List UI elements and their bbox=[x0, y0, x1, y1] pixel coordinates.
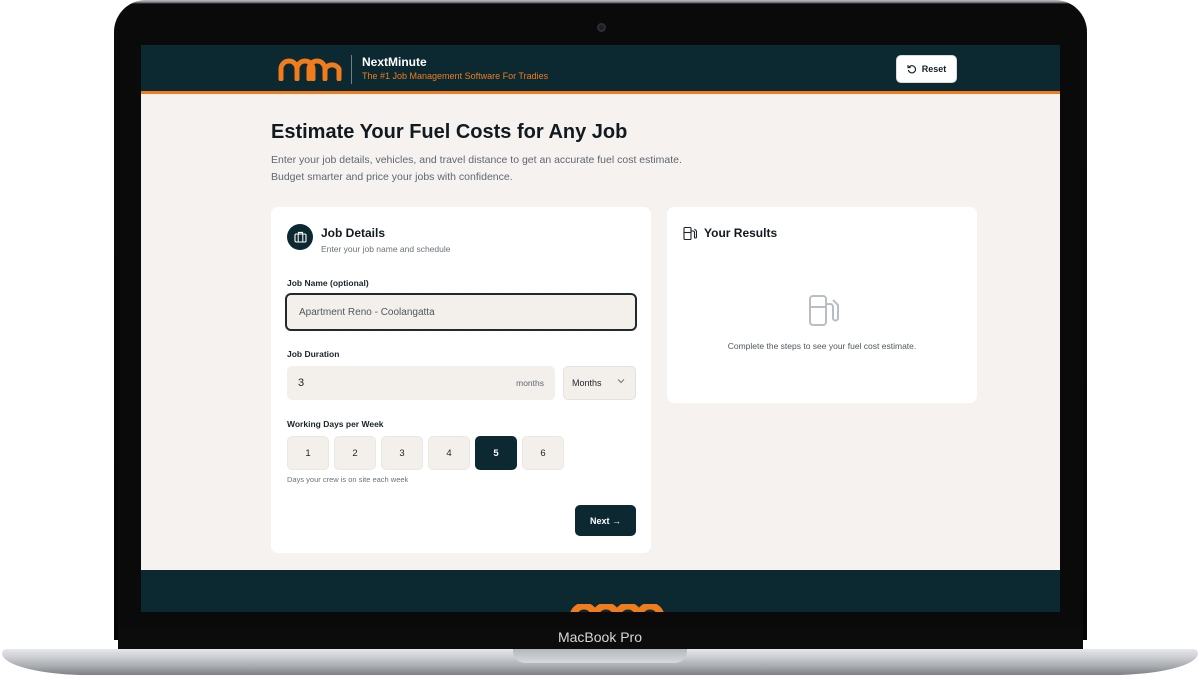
job-name-input[interactable]: Apartment Reno - Coolangatta bbox=[285, 293, 637, 331]
job-name-label: Job Name (optional) bbox=[287, 278, 369, 288]
laptop-notch bbox=[513, 649, 687, 663]
header-divider bbox=[351, 55, 352, 84]
day-option-6[interactable]: 6 bbox=[522, 436, 564, 470]
results-title: Your Results bbox=[704, 226, 778, 240]
day-option-5-selected[interactable]: 5 bbox=[475, 436, 517, 470]
duration-unit-select[interactable]: Months bbox=[563, 366, 636, 400]
working-days-label: Working Days per Week bbox=[287, 419, 384, 429]
next-button[interactable]: Next → bbox=[575, 505, 636, 536]
page-subtitle: Enter your job details, vehicles, and tr… bbox=[271, 152, 711, 186]
working-days-help: Days your crew is on site each week bbox=[287, 475, 409, 484]
page-subtitle-line-1: Enter your job details, vehicles, and tr… bbox=[271, 154, 682, 166]
day-option-2[interactable]: 2 bbox=[334, 436, 376, 470]
laptop-frame: NextMinute The #1 Job Management Softwar… bbox=[0, 0, 1200, 683]
results-empty-message: Complete the steps to see your fuel cost… bbox=[727, 341, 917, 351]
chevron-down-icon bbox=[617, 379, 625, 384]
day-option-1[interactable]: 1 bbox=[287, 436, 329, 470]
footer-logo bbox=[570, 604, 664, 612]
duration-unit-selected: Months bbox=[572, 378, 602, 388]
reset-button[interactable]: Reset bbox=[896, 55, 957, 83]
job-details-card: Job Details Enter your job name and sche… bbox=[271, 207, 651, 553]
app-tagline: The #1 Job Management Software For Tradi… bbox=[362, 71, 549, 81]
reset-label: Reset bbox=[921, 64, 947, 74]
briefcase-icon bbox=[287, 224, 313, 250]
working-days-selector: 1 2 3 4 5 6 bbox=[287, 436, 564, 470]
day-option-3[interactable]: 3 bbox=[381, 436, 423, 470]
fuel-pump-icon bbox=[683, 226, 697, 241]
app-name: NextMinute bbox=[362, 55, 427, 69]
top-header: NextMinute The #1 Job Management Softwar… bbox=[141, 45, 1060, 94]
job-duration-label: Job Duration bbox=[287, 349, 340, 359]
job-name-value: Apartment Reno - Coolangatta bbox=[299, 306, 435, 318]
job-details-subtitle: Enter your job name and schedule bbox=[321, 244, 451, 254]
camera-icon bbox=[597, 23, 606, 32]
job-duration-value: 3 bbox=[298, 377, 305, 389]
device-label: MacBook Pro bbox=[557, 629, 643, 645]
day-option-4[interactable]: 4 bbox=[428, 436, 470, 470]
fuel-pump-icon bbox=[809, 295, 839, 326]
app-screen: NextMinute The #1 Job Management Softwar… bbox=[141, 45, 1060, 612]
page-title: Estimate Your Fuel Costs for Any Job bbox=[271, 121, 628, 143]
job-duration-input[interactable]: 3 months bbox=[287, 366, 555, 400]
results-card: Your Results Complete the steps to see y… bbox=[667, 207, 977, 403]
page-subtitle-line-2: Budget smarter and price your jobs with … bbox=[271, 171, 513, 183]
job-details-title: Job Details bbox=[321, 226, 386, 240]
nextminute-logo bbox=[278, 58, 342, 81]
job-duration-suffix: months bbox=[516, 378, 544, 388]
reset-icon bbox=[907, 65, 916, 74]
page-footer bbox=[141, 570, 1060, 612]
